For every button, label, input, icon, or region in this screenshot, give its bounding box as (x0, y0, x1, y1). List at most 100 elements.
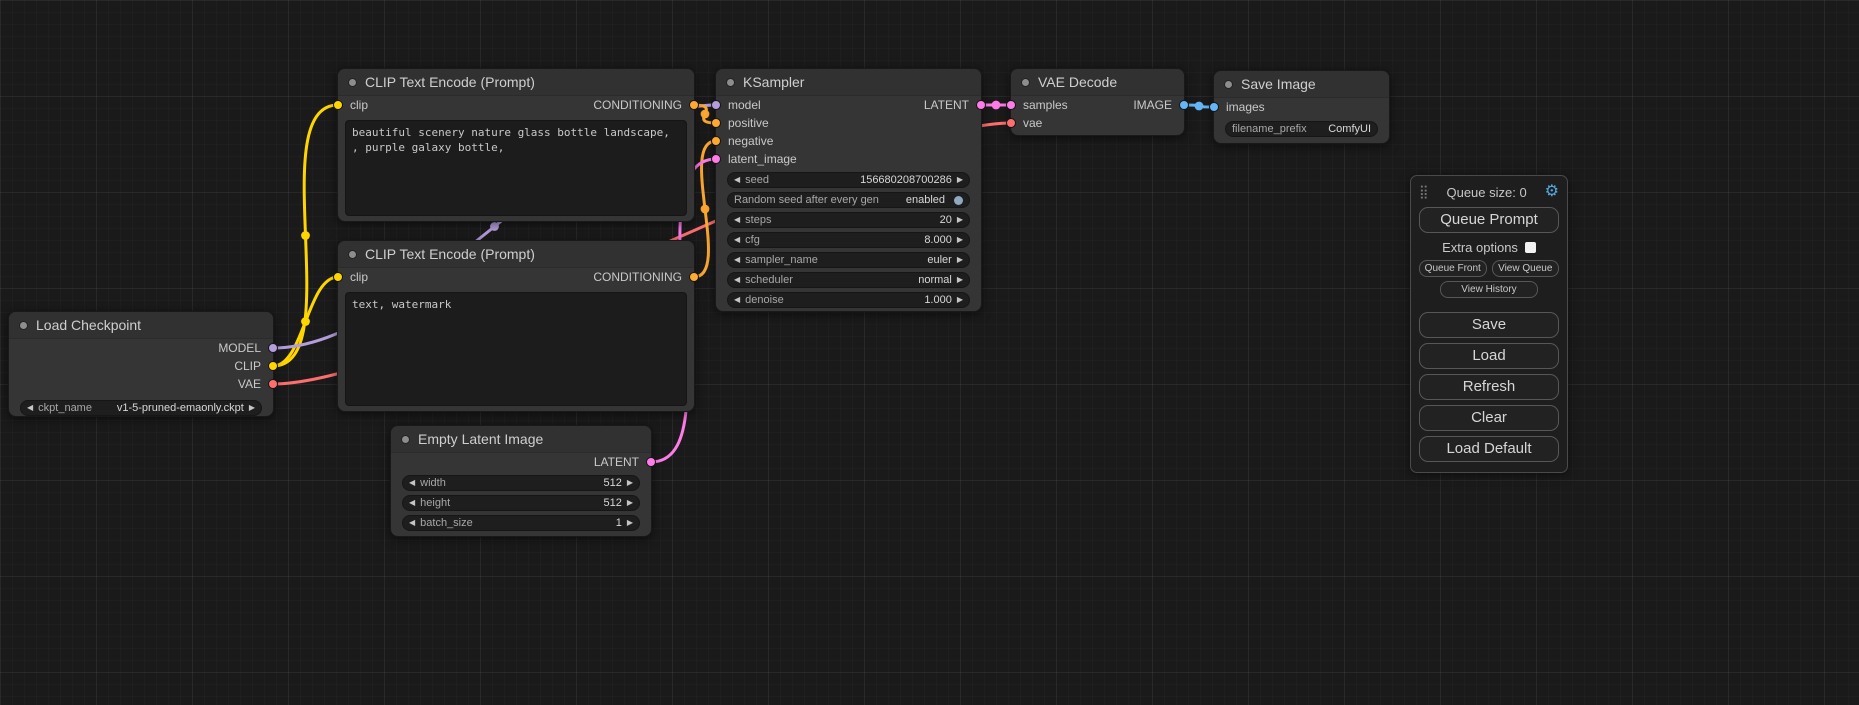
widget-scheduler[interactable]: ◀ scheduler normal ▶ (727, 272, 970, 288)
node-title-bar[interactable]: KSampler (716, 69, 981, 96)
output-port-model[interactable] (268, 343, 278, 353)
node-clip-text-encode-positive[interactable]: CLIP Text Encode (Prompt) clip CONDITION… (337, 68, 695, 222)
node-load-checkpoint[interactable]: Load Checkpoint MODEL CLIP VAE ◀ ckpt_na… (8, 311, 274, 417)
input-port-model[interactable] (711, 100, 721, 110)
prev-arrow-icon[interactable]: ◀ (734, 236, 740, 244)
widget-name: batch_size (420, 517, 473, 529)
node-title-bar[interactable]: Empty Latent Image (391, 426, 651, 453)
queue-prompt-button[interactable]: Queue Prompt (1419, 207, 1559, 233)
node-title-bar[interactable]: Save Image (1214, 71, 1389, 98)
next-arrow-icon[interactable]: ▶ (957, 236, 963, 244)
node-vae-decode[interactable]: VAE Decode samples IMAGE vae (1010, 68, 1185, 136)
next-arrow-icon[interactable]: ▶ (957, 176, 963, 184)
collapse-dot[interactable] (1021, 78, 1030, 87)
next-arrow-icon[interactable]: ▶ (957, 256, 963, 264)
input-port-negative[interactable] (711, 136, 721, 146)
next-arrow-icon[interactable]: ▶ (627, 519, 633, 527)
negative-prompt-textarea[interactable]: text, watermark (345, 292, 687, 406)
node-title-bar[interactable]: Load Checkpoint (9, 312, 273, 339)
widget-name: denoise (745, 294, 784, 306)
drag-handle-icon[interactable]: ⣿ (1419, 184, 1429, 200)
load-button[interactable]: Load (1419, 343, 1559, 369)
node-clip-text-encode-negative[interactable]: CLIP Text Encode (Prompt) clip CONDITION… (337, 240, 695, 412)
prev-arrow-icon[interactable]: ◀ (734, 256, 740, 264)
output-port-clip[interactable] (268, 361, 278, 371)
next-arrow-icon[interactable]: ▶ (627, 499, 633, 507)
widget-batch-size[interactable]: ◀ batch_size 1 ▶ (402, 515, 640, 531)
next-arrow-icon[interactable]: ▶ (957, 216, 963, 224)
widget-height[interactable]: ◀ height 512 ▶ (402, 495, 640, 511)
collapse-dot[interactable] (348, 250, 357, 259)
widget-steps[interactable]: ◀ steps 20 ▶ (727, 212, 970, 228)
widget-random-seed-toggle[interactable]: Random seed after every gen enabled (727, 192, 970, 208)
prev-arrow-icon[interactable]: ◀ (734, 296, 740, 304)
collapse-dot[interactable] (348, 78, 357, 87)
prev-arrow-icon[interactable]: ◀ (409, 479, 415, 487)
node-save-image[interactable]: Save Image images filename_prefix ComfyU… (1213, 70, 1390, 144)
collapse-dot[interactable] (19, 321, 28, 330)
refresh-button[interactable]: Refresh (1419, 374, 1559, 400)
load-default-button[interactable]: Load Default (1419, 436, 1559, 462)
prev-arrow-icon[interactable]: ◀ (409, 499, 415, 507)
collapse-dot[interactable] (1224, 80, 1233, 89)
widget-name: steps (745, 214, 771, 226)
widget-value: enabled (906, 194, 945, 206)
clear-button[interactable]: Clear (1419, 405, 1559, 431)
prev-arrow-icon[interactable]: ◀ (27, 404, 33, 412)
widget-seed[interactable]: ◀ seed 156680208700286 ▶ (727, 172, 970, 188)
toggle-dot[interactable] (954, 196, 963, 205)
node-title-bar[interactable]: CLIP Text Encode (Prompt) (338, 69, 694, 96)
extra-options-label: Extra options (1442, 240, 1518, 255)
prev-arrow-icon[interactable]: ◀ (734, 176, 740, 184)
node-title-bar[interactable]: VAE Decode (1011, 69, 1184, 96)
collapse-dot[interactable] (726, 78, 735, 87)
slot-row: negative (716, 132, 981, 150)
output-port-latent[interactable] (976, 100, 986, 110)
node-title-text: CLIP Text Encode (Prompt) (365, 74, 535, 90)
input-label-samples: samples (1023, 98, 1068, 112)
widget-sampler-name[interactable]: ◀ sampler_name euler ▶ (727, 252, 970, 268)
widget-denoise[interactable]: ◀ denoise 1.000 ▶ (727, 292, 970, 308)
input-port-clip[interactable] (333, 272, 343, 282)
next-arrow-icon[interactable]: ▶ (957, 276, 963, 284)
output-port-conditioning[interactable] (689, 100, 699, 110)
prev-arrow-icon[interactable]: ◀ (734, 276, 740, 284)
prev-arrow-icon[interactable]: ◀ (734, 216, 740, 224)
input-port-clip[interactable] (333, 100, 343, 110)
view-queue-button[interactable]: View Queue (1492, 260, 1560, 277)
settings-gear-icon[interactable]: ⚙ (1545, 184, 1559, 200)
view-history-button[interactable]: View History (1440, 281, 1538, 298)
output-port-conditioning[interactable] (689, 272, 699, 282)
widget-cfg[interactable]: ◀ cfg 8.000 ▶ (727, 232, 970, 248)
widget-value: normal (918, 274, 952, 286)
output-port-vae[interactable] (268, 379, 278, 389)
input-port-positive[interactable] (711, 118, 721, 128)
queue-size-label: Queue size: 0 (1446, 185, 1526, 200)
input-port-samples[interactable] (1006, 100, 1016, 110)
next-arrow-icon[interactable]: ▶ (957, 296, 963, 304)
save-button[interactable]: Save (1419, 312, 1559, 338)
input-port-vae[interactable] (1006, 118, 1016, 128)
positive-prompt-textarea[interactable]: beautiful scenery nature glass bottle la… (345, 120, 687, 216)
widget-width[interactable]: ◀ width 512 ▶ (402, 475, 640, 491)
extra-options-row: Extra options (1419, 240, 1559, 255)
slot-row: MODEL (9, 339, 273, 357)
next-arrow-icon[interactable]: ▶ (627, 479, 633, 487)
prev-arrow-icon[interactable]: ◀ (409, 519, 415, 527)
graph-canvas[interactable]: Load Checkpoint MODEL CLIP VAE ◀ ckpt_na… (0, 0, 1859, 705)
widget-name: sampler_name (745, 254, 818, 266)
next-arrow-icon[interactable]: ▶ (249, 404, 255, 412)
input-port-latent-image[interactable] (711, 154, 721, 164)
node-empty-latent-image[interactable]: Empty Latent Image LATENT ◀ width 512 ▶ … (390, 425, 652, 537)
collapse-dot[interactable] (401, 435, 410, 444)
output-port-latent[interactable] (646, 457, 656, 467)
node-title-bar[interactable]: CLIP Text Encode (Prompt) (338, 241, 694, 268)
widget-ckpt-name[interactable]: ◀ ckpt_name v1-5-pruned-emaonly.ckpt ▶ (20, 400, 262, 416)
input-port-images[interactable] (1209, 102, 1219, 112)
node-ksampler[interactable]: KSampler model LATENT positive negative … (715, 68, 982, 312)
widget-filename-prefix[interactable]: filename_prefix ComfyUI (1225, 121, 1378, 137)
output-port-image[interactable] (1179, 100, 1189, 110)
queue-front-button[interactable]: Queue Front (1419, 260, 1487, 277)
extra-options-checkbox[interactable] (1525, 242, 1536, 253)
widget-value: ComfyUI (1328, 123, 1371, 135)
